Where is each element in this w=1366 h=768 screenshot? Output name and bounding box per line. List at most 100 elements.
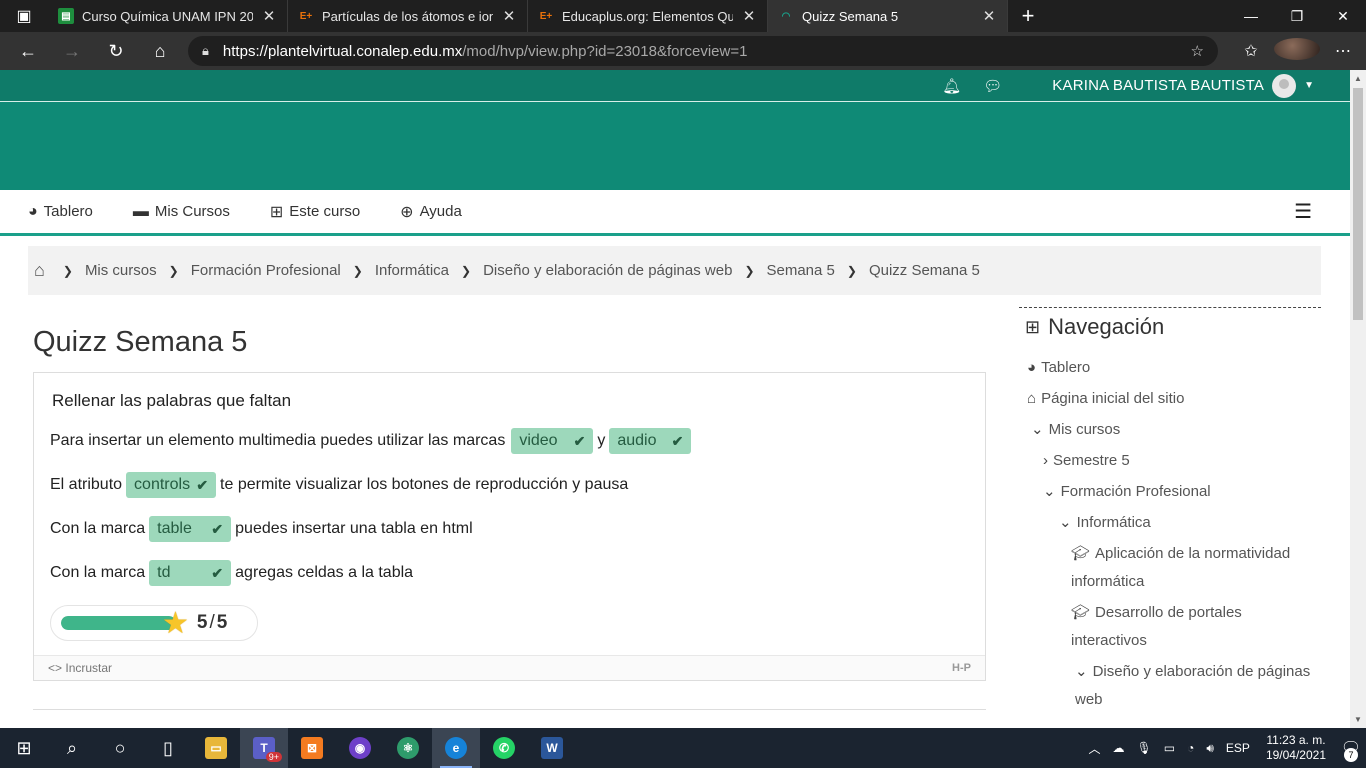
- nav-tree-label: Formación Profesional: [1060, 483, 1211, 500]
- breadcrumb-item-current[interactable]: Quizz Semana 5: [869, 262, 980, 279]
- new-tab-icon[interactable]: +: [1008, 0, 1048, 32]
- browser-tab[interactable]: E+ Educaplus.org: Elementos Químic ✕: [528, 0, 768, 32]
- nav-item-tablero[interactable]: ◕ Tablero: [28, 203, 93, 221]
- block-title-text: Navegación: [1048, 314, 1165, 339]
- nav-item-este-curso[interactable]: ⊞ Este curso: [270, 202, 360, 222]
- breadcrumb-item[interactable]: Semana 5: [767, 262, 835, 279]
- whatsapp-icon[interactable]: ✆: [480, 728, 528, 768]
- user-name[interactable]: KARINA BAUTISTA BAUTISTA: [1052, 77, 1264, 94]
- onedrive-icon[interactable]: ☁: [1113, 741, 1125, 755]
- atom-icon[interactable]: ⚛: [384, 728, 432, 768]
- windows-taskbar: ⊞ ⌕ ○ ▯ ▭ T 9+ ⊠ ◉ ⚛ e ✆ W ︿ ☁ 🎙︎ ▭ ◔ 🔊︎ …: [0, 728, 1366, 768]
- scroll-down-icon[interactable]: ▼: [1350, 715, 1366, 724]
- browser-tab[interactable]: E+ Partículas de los átomos e iones ✕: [288, 0, 528, 32]
- blank-answer[interactable]: controls ✔: [126, 472, 217, 498]
- close-tab-icon[interactable]: ✕: [741, 7, 757, 25]
- chevron-right-icon: ›: [1043, 452, 1048, 469]
- cortana-icon[interactable]: ○: [96, 728, 144, 768]
- breadcrumb-item[interactable]: Diseño y elaboración de páginas web: [483, 262, 732, 279]
- microphone-icon[interactable]: 🎙︎: [1137, 741, 1152, 755]
- nav-tree-item[interactable]: ⌄ Mis cursos: [1031, 416, 1120, 444]
- blank-answer[interactable]: video ✔: [511, 428, 594, 454]
- embed-button[interactable]: <> Incrustar: [48, 661, 112, 675]
- nav-tree-item[interactable]: ⌄ Diseño y elaboración de páginas web: [1075, 658, 1315, 714]
- close-window-icon[interactable]: ✕: [1320, 0, 1366, 32]
- breadcrumb-item[interactable]: Informática: [375, 262, 449, 279]
- word-icon[interactable]: W: [528, 728, 576, 768]
- page-scrollbar[interactable]: ▲ ▼: [1350, 70, 1366, 728]
- classroom-icon: ▤: [58, 8, 74, 24]
- favorites-icon[interactable]: ✩: [1228, 41, 1274, 61]
- educaplus-icon: E+: [299, 10, 313, 22]
- close-tab-icon[interactable]: ✕: [261, 7, 277, 25]
- page-content: 🔔︎ 💬︎ KARINA BAUTISTA BAUTISTA ▼ ◕ Tabler…: [0, 70, 1350, 728]
- windows-start-icon[interactable]: ⊞: [0, 728, 48, 768]
- drawer-toggle-icon[interactable]: ☰: [1294, 199, 1312, 224]
- tab-title: Curso Química UNAM IPN 2021: [82, 8, 253, 24]
- nav-tree-item[interactable]: ⌄ Informática: [1059, 509, 1151, 537]
- close-tab-icon[interactable]: ✕: [501, 7, 517, 25]
- blank-answer[interactable]: audio ✔: [609, 428, 692, 454]
- scroll-up-icon[interactable]: ▲: [1350, 74, 1366, 83]
- show-hidden-icons-icon[interactable]: ︿: [1089, 740, 1101, 757]
- forward-icon[interactable]: →: [50, 32, 94, 70]
- nav-tree-item[interactable]: ◕ Tablero: [1027, 354, 1090, 382]
- file-explorer-icon[interactable]: ▭: [192, 728, 240, 768]
- xampp-icon[interactable]: ⊠: [288, 728, 336, 768]
- search-icon[interactable]: ⌕: [48, 728, 96, 768]
- messages-chat-icon[interactable]: 💬︎: [983, 77, 1002, 95]
- wifi-icon[interactable]: ◔: [1187, 741, 1194, 755]
- address-bar[interactable]: 🔒︎ https://plantelvirtual.conalep.edu.mx…: [188, 36, 1218, 66]
- nav-item-ayuda[interactable]: ⊕ Ayuda: [400, 202, 462, 222]
- nav-tree-item[interactable]: ⌂ Página inicial del sitio: [1027, 385, 1184, 413]
- clock[interactable]: 11:23 a. m. 19/04/2021: [1266, 733, 1326, 763]
- nav-tree-item[interactable]: 🎓︎ Desarrollo de portales interactivos: [1071, 599, 1319, 655]
- edge-browser-icon[interactable]: e: [432, 728, 480, 768]
- user-avatar[interactable]: [1272, 73, 1297, 98]
- moodle-icon: ◠: [781, 10, 791, 22]
- blank-answer[interactable]: td ✔: [149, 560, 232, 586]
- home-icon: ⌂: [1027, 390, 1037, 407]
- notifications-icon[interactable]: 🗨︎7: [1336, 738, 1366, 762]
- close-tab-icon[interactable]: ✕: [981, 7, 997, 25]
- breadcrumb-item[interactable]: Mis cursos: [85, 262, 157, 279]
- teams-icon[interactable]: T 9+: [240, 728, 288, 768]
- nav-item-mis-cursos[interactable]: ▬ Mis Cursos: [133, 203, 230, 221]
- browser-tab-active[interactable]: ◠ Quizz Semana 5 ✕: [768, 0, 1008, 32]
- h5p-logo[interactable]: H-P: [952, 662, 971, 674]
- chevron-right-icon: ❯: [461, 263, 472, 278]
- minimize-icon[interactable]: —: [1228, 0, 1274, 32]
- user-menu-caret-icon[interactable]: ▼: [1304, 80, 1314, 91]
- chevron-down-icon: ⌄: [1075, 663, 1088, 680]
- progress-bar: [61, 616, 176, 630]
- notifications-bell-icon[interactable]: 🔔︎: [942, 77, 961, 95]
- nav-tree-item[interactable]: › Semestre 5: [1043, 447, 1130, 475]
- scroll-thumb[interactable]: [1353, 88, 1363, 320]
- battery-icon[interactable]: ▭: [1164, 741, 1175, 755]
- answer-text: controls: [134, 476, 191, 493]
- question-line: Para insertar un elemento multimedia pue…: [50, 428, 695, 454]
- input-language[interactable]: ESP: [1226, 741, 1250, 755]
- github-desktop-icon[interactable]: ◉: [336, 728, 384, 768]
- question-text: Con la marca: [50, 564, 146, 581]
- profile-icon[interactable]: [1274, 37, 1320, 65]
- add-favorite-icon[interactable]: ☆: [1191, 42, 1204, 60]
- refresh-icon[interactable]: ↻: [94, 32, 138, 70]
- nav-label: Ayuda: [419, 203, 462, 220]
- maximize-icon[interactable]: ❐: [1274, 0, 1320, 32]
- browser-tab[interactable]: ▤ Curso Química UNAM IPN 2021 ✕: [48, 0, 288, 32]
- nav-tree-item[interactable]: ⌄ Formación Profesional: [1043, 478, 1211, 506]
- score-text: 5/5: [196, 612, 228, 633]
- home-icon[interactable]: ⌂: [34, 260, 45, 281]
- star-icon: ★: [162, 606, 189, 640]
- blank-answer[interactable]: table ✔: [149, 516, 232, 542]
- home-icon[interactable]: ⌂: [138, 32, 182, 70]
- nav-tree-item[interactable]: 🎓︎ Aplicación de la normatividad informát…: [1071, 540, 1319, 596]
- volume-icon[interactable]: 🔊︎: [1206, 741, 1214, 756]
- breadcrumb-item[interactable]: Formación Profesional: [191, 262, 341, 279]
- back-icon[interactable]: ←: [6, 32, 50, 70]
- more-options-icon[interactable]: ⋯: [1320, 41, 1366, 61]
- lock-icon[interactable]: 🔒︎: [202, 43, 209, 59]
- task-view-icon[interactable]: ▯: [144, 728, 192, 768]
- tab-actions-icon[interactable]: ▣: [0, 0, 48, 32]
